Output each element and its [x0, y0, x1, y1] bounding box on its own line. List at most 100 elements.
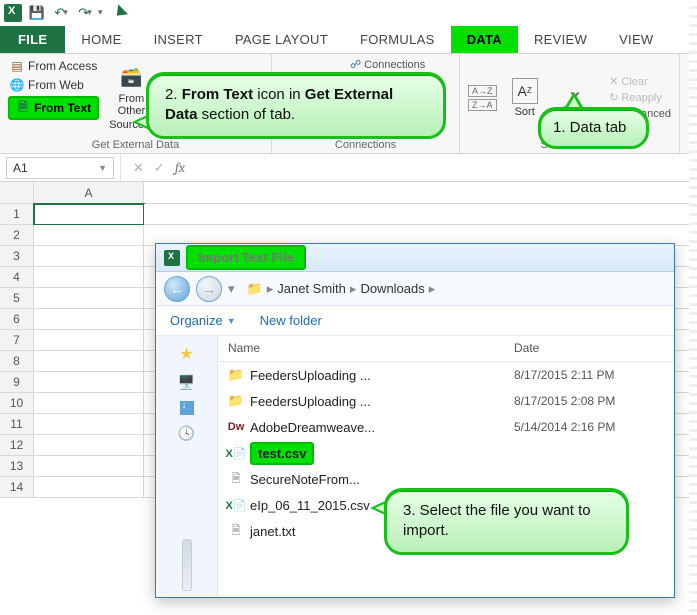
breadcrumb[interactable]: 📁 ▸ Janet Smith ▸ Downloads ▸: [247, 281, 436, 297]
tab-review[interactable]: REVIEW: [518, 26, 603, 53]
excel-icon: [164, 250, 180, 266]
save-icon[interactable]: 💾: [28, 4, 46, 22]
dialog-titlebar[interactable]: Import Text File: [156, 244, 674, 272]
cell[interactable]: [34, 288, 144, 309]
tab-file[interactable]: FILE: [0, 26, 65, 53]
row-header[interactable]: 1: [0, 204, 34, 225]
nav-forward-button[interactable]: →: [196, 276, 222, 302]
cell[interactable]: [34, 393, 144, 414]
favorites-icon[interactable]: ★: [179, 344, 193, 364]
other-sources-icon: 🗃️: [118, 65, 144, 91]
group-label-connections: Connections: [280, 139, 451, 151]
cell[interactable]: [34, 414, 144, 435]
cell[interactable]: [34, 225, 144, 246]
recent-icon[interactable]: 🕓: [178, 425, 195, 442]
file-list-header[interactable]: Name Date: [218, 336, 674, 362]
tab-insert[interactable]: INSERT: [138, 26, 219, 53]
file-date: 5/14/2014 2:16 PM: [504, 420, 674, 434]
sort-za-button[interactable]: Z→A: [468, 99, 497, 111]
row-header[interactable]: 4: [0, 267, 34, 288]
annotation-callout-2: 2. From Text icon in Get External Data s…: [146, 72, 446, 139]
from-web-button[interactable]: 🌐 From Web: [8, 77, 99, 93]
cell[interactable]: [34, 267, 144, 288]
cell[interactable]: [34, 246, 144, 267]
breadcrumb-sep: ▸: [350, 281, 357, 297]
organize-dropdown[interactable]: Organize▼: [170, 313, 236, 328]
file-row[interactable]: DwAdobeDreamweave...5/14/2014 2:16 PM: [218, 414, 674, 440]
txt-icon: 🗎: [228, 523, 244, 539]
tab-data[interactable]: DATA: [451, 26, 518, 53]
from-text-button[interactable]: 🗎 From Text: [8, 96, 99, 120]
cancel-formula-icon[interactable]: ✕: [133, 160, 144, 176]
file-date: 8/17/2015 2:11 PM: [504, 368, 674, 382]
chevron-down-icon[interactable]: ▾: [228, 281, 235, 297]
header-name[interactable]: Name: [218, 336, 504, 361]
cell[interactable]: [34, 372, 144, 393]
file-row[interactable]: 📁FeedersUploading ...8/17/2015 2:11 PM: [218, 362, 674, 388]
reapply-button[interactable]: ↻ Reapply: [609, 91, 671, 104]
desktop-icon[interactable]: 🖥️: [178, 374, 195, 391]
clear-button[interactable]: ✕ Clear: [609, 75, 671, 88]
cell[interactable]: [34, 477, 144, 498]
new-folder-button[interactable]: New folder: [260, 313, 322, 328]
xlsx-icon: X📄: [228, 445, 244, 461]
select-all-corner[interactable]: [0, 182, 34, 204]
tab-page-layout[interactable]: PAGE LAYOUT: [219, 26, 344, 53]
row-header[interactable]: 6: [0, 309, 34, 330]
connections-button[interactable]: ☍ Connections: [350, 58, 425, 71]
sort-az-button[interactable]: A→Z: [468, 85, 497, 97]
column-header[interactable]: A: [34, 182, 144, 204]
breadcrumb-user[interactable]: Janet Smith: [277, 281, 346, 296]
tab-home[interactable]: HOME: [65, 26, 137, 53]
file-name: AdobeDreamweave...: [250, 420, 375, 435]
clear-icon: ✕: [609, 75, 618, 88]
row-header[interactable]: 9: [0, 372, 34, 393]
downloads-icon[interactable]: [180, 401, 194, 415]
row-header[interactable]: 10: [0, 393, 34, 414]
row-header[interactable]: 3: [0, 246, 34, 267]
row-header[interactable]: 7: [0, 330, 34, 351]
cell[interactable]: [34, 204, 144, 225]
torn-edge-decoration: [689, 0, 697, 615]
from-access-button[interactable]: ▤ From Access: [8, 58, 99, 74]
cell[interactable]: [34, 435, 144, 456]
file-name: test.csv: [250, 442, 314, 465]
row-header[interactable]: 2: [0, 225, 34, 246]
touch-mode-icon[interactable]: [111, 4, 127, 20]
folder-icon: 📁: [228, 393, 244, 409]
row-header[interactable]: 11: [0, 414, 34, 435]
row-header[interactable]: 13: [0, 456, 34, 477]
enter-formula-icon[interactable]: ✓: [154, 160, 165, 176]
file-date: 8/17/2015 2:08 PM: [504, 394, 674, 408]
from-text-label: From Text: [34, 101, 91, 115]
cell[interactable]: [34, 330, 144, 351]
tab-view[interactable]: VIEW: [603, 26, 669, 53]
column-header-area[interactable]: [144, 182, 697, 204]
cell[interactable]: [34, 351, 144, 372]
row-header[interactable]: 14: [0, 477, 34, 498]
text-file-icon: 🗎: [16, 101, 30, 115]
file-list: Name Date 📁FeedersUploading ...8/17/2015…: [218, 336, 674, 597]
row-header[interactable]: 5: [0, 288, 34, 309]
tab-formulas[interactable]: FORMULAS: [344, 26, 451, 53]
cell[interactable]: [34, 309, 144, 330]
name-box[interactable]: A1 ▼: [6, 157, 114, 179]
fx-icon[interactable]: fx: [175, 159, 185, 176]
header-date[interactable]: Date: [504, 336, 674, 361]
redo-icon[interactable]: ↷▾: [76, 4, 94, 22]
cell[interactable]: [34, 456, 144, 477]
file-row[interactable]: 📁FeedersUploading ...8/17/2015 2:08 PM: [218, 388, 674, 414]
reapply-label: Reapply: [621, 92, 661, 104]
file-row[interactable]: X📄 test.csv: [218, 440, 674, 466]
chevron-down-icon[interactable]: ▼: [98, 163, 107, 173]
breadcrumb-folder[interactable]: Downloads: [360, 281, 424, 296]
undo-icon[interactable]: ↶▾: [52, 4, 70, 22]
annotation-callout-3: 3. Select the file you want to import.: [384, 488, 629, 555]
cell-area[interactable]: [144, 204, 697, 225]
customize-qat-icon[interactable]: ▾: [98, 7, 103, 18]
sidebar-scrollbar[interactable]: [182, 539, 192, 591]
clear-label: Clear: [621, 76, 647, 88]
row-header[interactable]: 12: [0, 435, 34, 456]
nav-back-button[interactable]: ←: [164, 276, 190, 302]
row-header[interactable]: 8: [0, 351, 34, 372]
